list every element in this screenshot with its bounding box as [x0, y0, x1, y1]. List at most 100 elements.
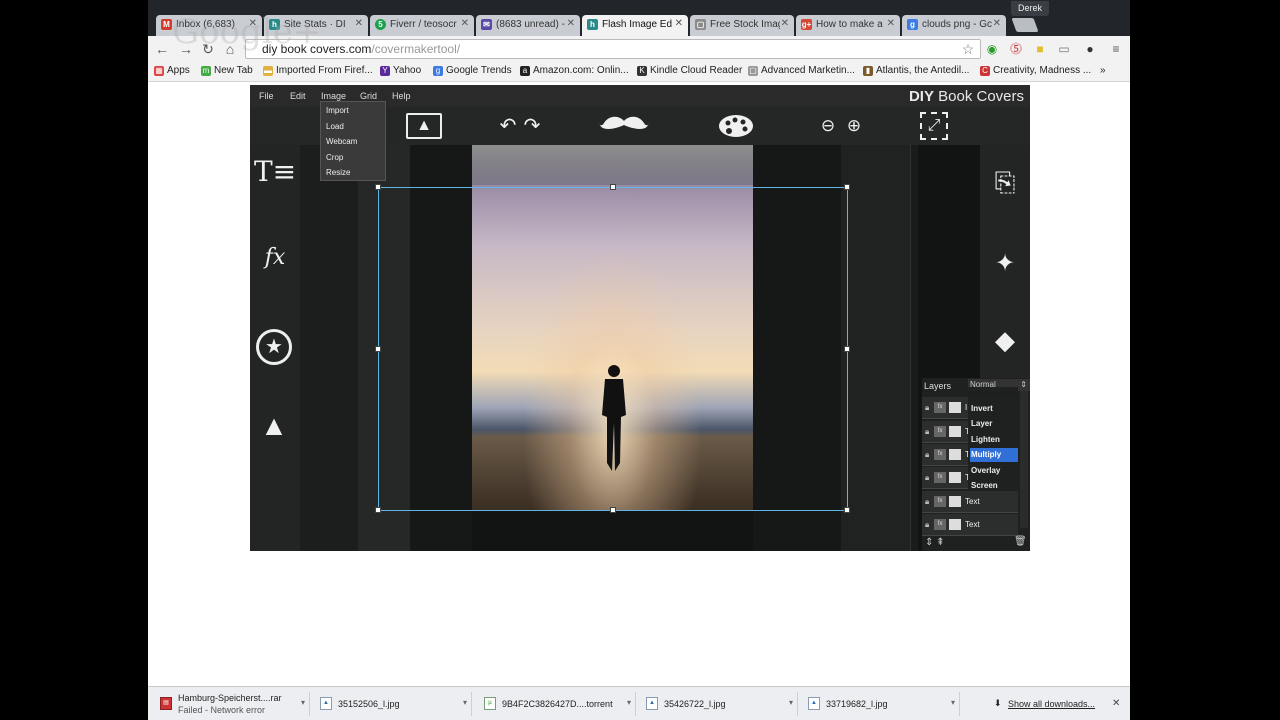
star-icon[interactable]: ☆ [960, 41, 976, 57]
user-badge[interactable]: Derek [1011, 1, 1049, 16]
show-all-downloads-link[interactable]: Show all downloads... [1008, 699, 1095, 709]
download-item[interactable]: ▲ 35426722_l.jpg ▾ [640, 692, 798, 716]
effects-icon[interactable]: fx [934, 519, 946, 530]
lock-icon[interactable]: 🔒︎ [925, 450, 929, 460]
layers-scrollbar[interactable] [1020, 390, 1028, 528]
tab-clouds-png[interactable]: g clouds png - Gc ✕ [902, 15, 1006, 36]
resize-handle[interactable] [844, 346, 850, 352]
magic-wand-icon[interactable]: ✦ [988, 251, 1022, 277]
menu-item-webcam[interactable]: Webcam [326, 137, 357, 146]
canvas-scrollbar[interactable] [910, 145, 918, 551]
bookmark-yahoo[interactable]: Y Yahoo [380, 65, 421, 76]
badge-icon[interactable]: ★ [256, 329, 292, 365]
resize-handle[interactable] [610, 184, 616, 190]
menu-item-crop[interactable]: Crop [326, 153, 343, 162]
chevron-down-icon[interactable]: ▾ [463, 698, 467, 707]
lock-icon[interactable]: 🔒︎ [925, 473, 929, 483]
account-icon[interactable]: ● [1082, 41, 1098, 57]
menu-help[interactable]: Help [392, 91, 411, 101]
back-icon[interactable]: ← [154, 41, 170, 57]
blend-option[interactable]: Screen [970, 479, 1018, 493]
undo-icon[interactable]: ↶ [496, 113, 520, 139]
effects-icon[interactable]: fx [934, 426, 946, 437]
menu-item-resize[interactable]: Resize [326, 168, 350, 177]
effects-icon[interactable]: fx [934, 472, 946, 483]
bookmark-advanced-marketing[interactable]: ▢ Advanced Marketin... [748, 65, 855, 76]
menu-image[interactable]: Image [321, 91, 346, 101]
more-bookmarks-button[interactable]: » [1100, 65, 1106, 76]
eye-icon[interactable] [949, 496, 961, 507]
text-tool-icon[interactable]: T≡ [254, 158, 296, 186]
menu-file[interactable]: File [259, 91, 274, 101]
tab-fiverr[interactable]: 5 Fiverr / teosocr ✕ [370, 15, 474, 36]
close-icon[interactable]: ✕ [461, 18, 469, 29]
effects-icon[interactable]: fx [934, 449, 946, 460]
chevron-down-icon[interactable]: ▾ [951, 698, 955, 707]
eye-icon[interactable] [949, 472, 961, 483]
bookmark-imported[interactable]: ▬ Imported From Firef... [263, 65, 373, 76]
resize-handle[interactable] [610, 507, 616, 513]
close-icon[interactable]: ✕ [567, 18, 575, 29]
bookmark-google-trends[interactable]: g Google Trends [433, 65, 512, 76]
address-bar[interactable]: diy book covers.com/covermakertool/ [245, 39, 981, 59]
blend-option-highlighted[interactable]: Multiply [970, 448, 1018, 462]
close-icon[interactable]: ✕ [781, 18, 789, 29]
bookmark-amazon[interactable]: a Amazon.com: Onlin... [520, 65, 629, 76]
lock-icon[interactable]: 🔒︎ [925, 403, 929, 413]
close-icon[interactable]: ✕ [993, 18, 1001, 29]
close-icon[interactable]: ✕ [249, 18, 257, 29]
mustache-icon[interactable] [596, 113, 652, 139]
selection-box[interactable] [375, 184, 850, 513]
download-item[interactable]: ▲ 35152506_l.jpg ▾ [314, 692, 472, 716]
download-item[interactable]: µ 9B4F2C3826427D....torrent ▾ [478, 692, 636, 716]
lock-icon[interactable]: 🔒︎ [925, 497, 929, 507]
tab-free-stock-images[interactable]: ▢ Free Stock Imag ✕ [690, 15, 794, 36]
forward-icon[interactable]: → [178, 41, 194, 57]
extension-icon[interactable]: ◉ [984, 41, 1000, 57]
eye-icon[interactable] [949, 449, 961, 460]
close-icon[interactable]: ✕ [887, 18, 895, 29]
bookmark-apps[interactable]: ▦ Apps [154, 65, 190, 76]
lock-icon[interactable]: 🔒︎ [925, 520, 929, 530]
menu-item-load[interactable]: Load [326, 122, 344, 131]
download-item[interactable]: ▤ Hamburg-Speicherst....rar Failed - Net… [154, 692, 310, 716]
effects-icon[interactable]: fx [934, 402, 946, 413]
layers-icon[interactable]: ◆ [988, 327, 1022, 353]
tab-how-to-make[interactable]: g+ How to make a ✕ [796, 15, 900, 36]
resize-handle[interactable] [844, 507, 850, 513]
palette-icon[interactable] [718, 113, 754, 145]
layer-row[interactable]: 🔒︎ fx Text [922, 514, 1018, 536]
menu-grid[interactable]: Grid [360, 91, 377, 101]
eye-icon[interactable] [949, 402, 961, 413]
bookmark-creativity[interactable]: C Creativity, Madness ... [980, 65, 1091, 76]
chevron-down-icon[interactable]: ▾ [301, 698, 305, 707]
resize-icon[interactable]: ⤢ [920, 112, 948, 140]
cover-canvas[interactable] [300, 145, 980, 551]
eye-icon[interactable] [949, 426, 961, 437]
download-item[interactable]: ▲ 33719682_l.jpg ▾ [802, 692, 960, 716]
lock-icon[interactable]: 🔒︎ [925, 427, 929, 437]
new-tab-button[interactable] [1011, 18, 1039, 32]
move-layer-icon[interactable]: ⇕ ⇞ [925, 537, 945, 548]
tab-unread-mail[interactable]: ✉ (8683 unread) - ✕ [476, 15, 580, 36]
image-icon[interactable]: ▲ [406, 113, 442, 139]
menu-edit[interactable]: Edit [290, 91, 306, 101]
effects-icon[interactable]: fx [934, 496, 946, 507]
bookmark-atlantis[interactable]: ▮ Atlantis, the Antedil... [863, 65, 969, 76]
menu-icon[interactable]: ≡ [1108, 41, 1124, 57]
resize-handle[interactable] [375, 507, 381, 513]
bookmark-kindle[interactable]: K Kindle Cloud Reader [637, 65, 742, 76]
close-icon[interactable]: ✕ [1112, 698, 1120, 709]
rocket-icon[interactable]: ▲ [256, 412, 292, 440]
trash-icon[interactable]: 🗑︎ [1014, 536, 1027, 547]
blend-option[interactable]: Invert [970, 402, 1018, 416]
chevron-down-icon[interactable]: ▾ [627, 698, 631, 707]
layer-row[interactable]: 🔒︎ fx Text [922, 491, 1018, 513]
blend-option[interactable]: Lighten [970, 433, 1018, 447]
zoom-in-icon[interactable]: ⊕ [842, 113, 866, 139]
blend-option[interactable]: Layer [970, 417, 1018, 431]
mail-badge-icon[interactable]: ▭ [1056, 41, 1072, 57]
blend-option[interactable]: Overlay [970, 464, 1018, 478]
close-icon[interactable]: ✕ [355, 18, 363, 29]
zoom-out-icon[interactable]: ⊖ [816, 113, 840, 139]
